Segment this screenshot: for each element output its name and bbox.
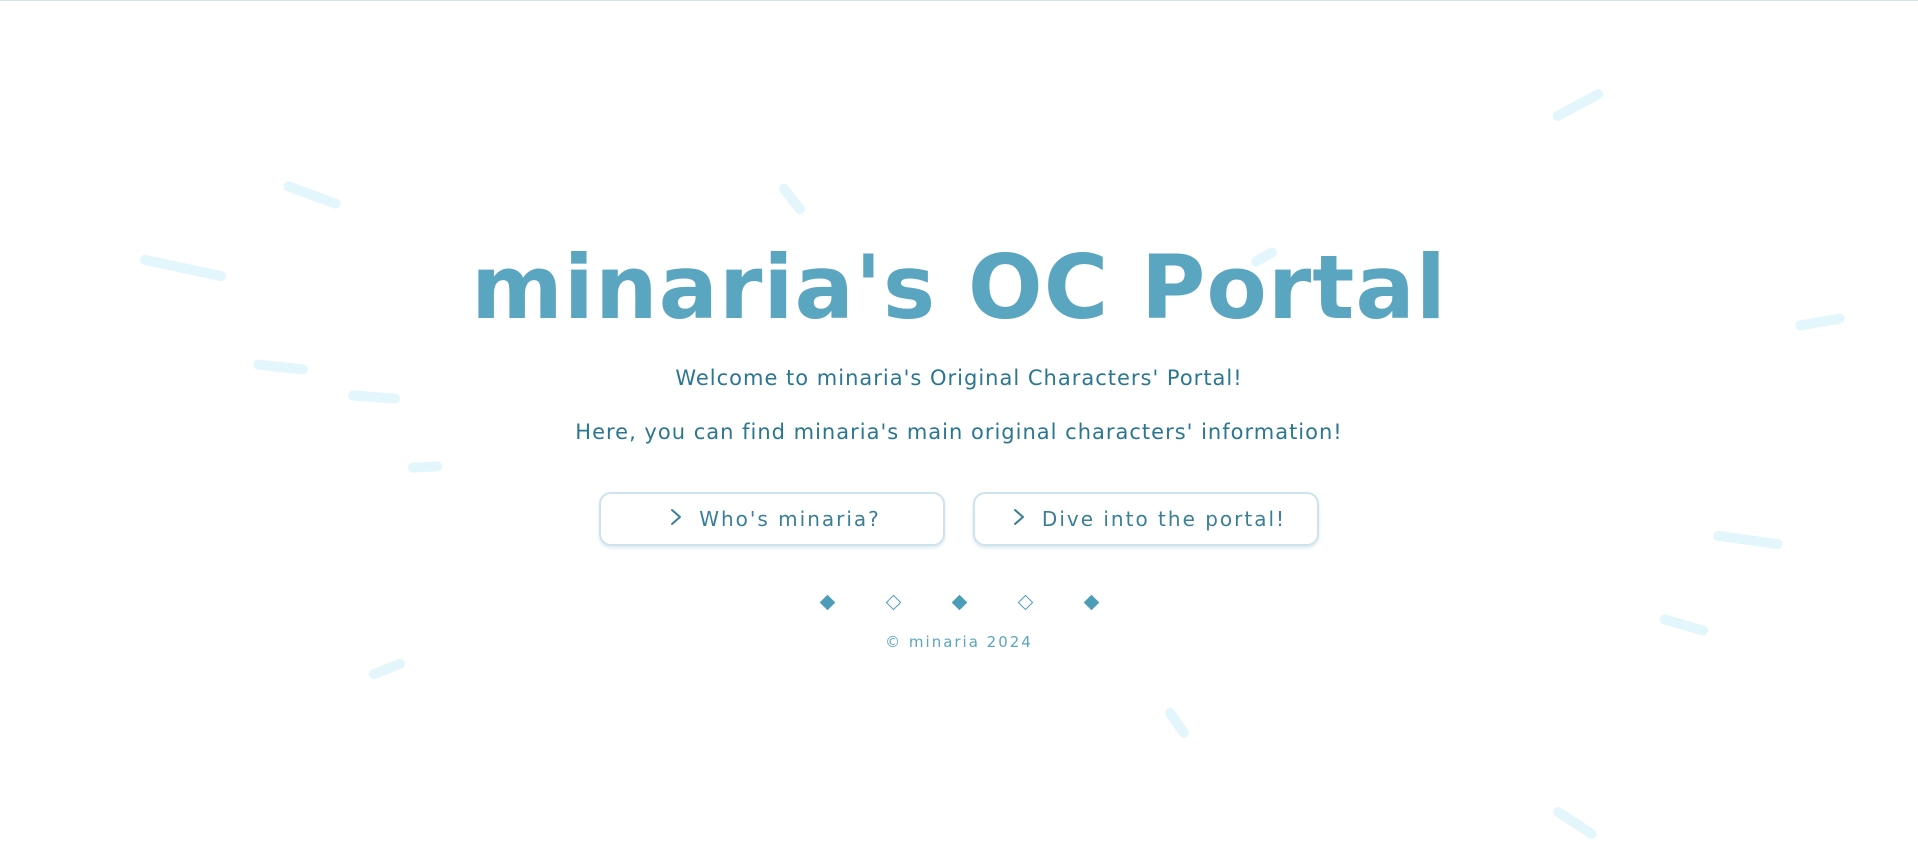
streak — [407, 461, 443, 473]
info-text: Here, you can find minaria's main origin… — [575, 420, 1343, 444]
welcome-text: Welcome to minaria's Original Characters… — [675, 366, 1243, 390]
streak — [367, 657, 407, 681]
diamond-icon — [819, 594, 835, 611]
diamond-icon — [951, 594, 967, 611]
chevron-right-icon — [1006, 507, 1032, 532]
diamond-icon — [1017, 594, 1033, 611]
top-border — [0, 0, 1918, 1]
streak — [347, 390, 401, 404]
diamond-divider — [0, 594, 1918, 611]
whos-minaria-button[interactable]: Who's minaria? — [599, 492, 945, 546]
chevron-right-icon — [663, 507, 689, 532]
diamond-icon — [885, 594, 901, 611]
streak — [1712, 530, 1784, 550]
streak — [1551, 805, 1599, 841]
streak — [1163, 706, 1191, 740]
streak — [776, 181, 808, 217]
dive-into-portal-label: Dive into the portal! — [1041, 507, 1287, 531]
dive-into-portal-button[interactable]: Dive into the portal! — [973, 492, 1319, 546]
streak — [1550, 87, 1606, 123]
copyright-footer: © minaria 2024 — [885, 633, 1033, 651]
page-title: minaria's OC Portal — [471, 236, 1447, 339]
streak — [282, 180, 342, 210]
whos-minaria-label: Who's minaria? — [699, 507, 881, 531]
diamond-icon — [1083, 594, 1099, 611]
